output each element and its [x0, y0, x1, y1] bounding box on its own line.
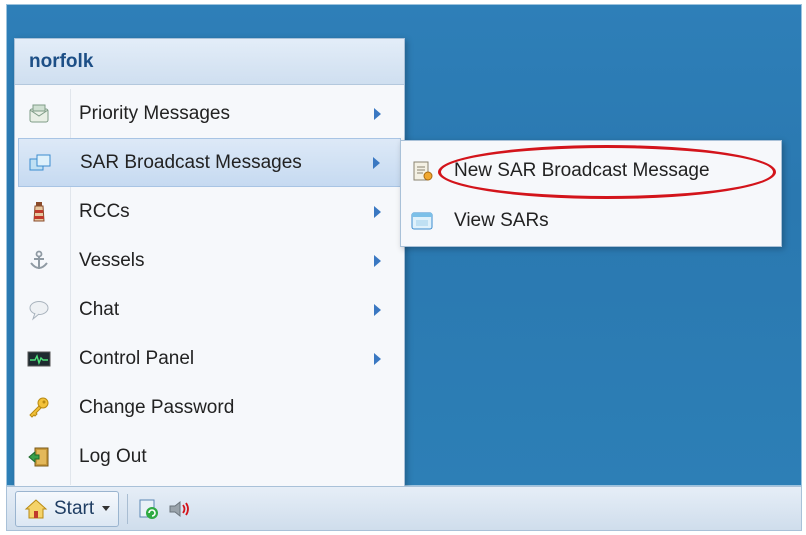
monitor-icon [27, 347, 51, 371]
chat-bubble-icon [27, 298, 51, 322]
lighthouse-icon [27, 200, 51, 224]
menu-item-label: SAR Broadcast Messages [80, 151, 302, 173]
chevron-down-icon [102, 506, 111, 511]
submenu-item-new-sar-broadcast-message[interactable]: New SAR Broadcast Message [401, 146, 781, 196]
taskbar-divider [127, 493, 129, 524]
home-icon [24, 498, 48, 520]
menu-item-label: Priority Messages [79, 102, 230, 124]
start-menu: norfolk Priority Messages SAR Broadcast … [14, 38, 405, 488]
new-document-icon [410, 159, 434, 183]
menu-list: Priority Messages SAR Broadcast Messages… [18, 89, 401, 481]
taskbar: Start [6, 486, 802, 531]
menu-item-label: Vessels [79, 249, 145, 271]
menu-item-change-password[interactable]: Change Password [18, 383, 401, 432]
start-button-label: Start [54, 497, 95, 519]
submenu-arrow-icon [374, 352, 381, 365]
submenu-arrow-icon [374, 303, 381, 316]
menu-item-label: Log Out [79, 445, 147, 467]
submenu-arrow-icon [374, 107, 381, 120]
exit-door-icon [27, 445, 51, 469]
menu-item-vessels[interactable]: Vessels [18, 236, 401, 285]
menu-header-user: norfolk [15, 39, 404, 85]
windows-icon [28, 151, 52, 175]
envelope-icon [27, 102, 51, 126]
submenu-arrow-icon [373, 156, 380, 169]
menu-item-log-out[interactable]: Log Out [18, 432, 401, 481]
menu-item-label: RCCs [79, 200, 130, 222]
view-window-icon [410, 209, 434, 233]
refresh-icon[interactable] [136, 496, 162, 522]
menu-item-priority-messages[interactable]: Priority Messages [18, 89, 401, 138]
menu-item-chat[interactable]: Chat [18, 285, 401, 334]
submenu-arrow-icon [374, 205, 381, 218]
menu-item-label: Control Panel [79, 347, 195, 369]
submenu-arrow-icon [374, 254, 381, 267]
start-button[interactable]: Start [15, 490, 120, 527]
menu-item-sar-broadcast-messages[interactable]: SAR Broadcast Messages [18, 138, 401, 187]
anchor-icon [27, 249, 51, 273]
menu-item-rccs[interactable]: RCCs [18, 187, 401, 236]
sar-broadcast-submenu: New SAR Broadcast Message View SARs [400, 140, 782, 247]
menu-item-label: Chat [79, 298, 120, 320]
menu-item-label: Change Password [79, 396, 235, 418]
submenu-item-view-sars[interactable]: View SARs [401, 196, 781, 246]
key-icon [27, 396, 51, 420]
submenu-item-label: New SAR Broadcast Message [454, 160, 710, 181]
menu-item-control-panel[interactable]: Control Panel [18, 334, 401, 383]
submenu-item-label: View SARs [454, 210, 549, 231]
speaker-icon[interactable] [168, 496, 194, 522]
